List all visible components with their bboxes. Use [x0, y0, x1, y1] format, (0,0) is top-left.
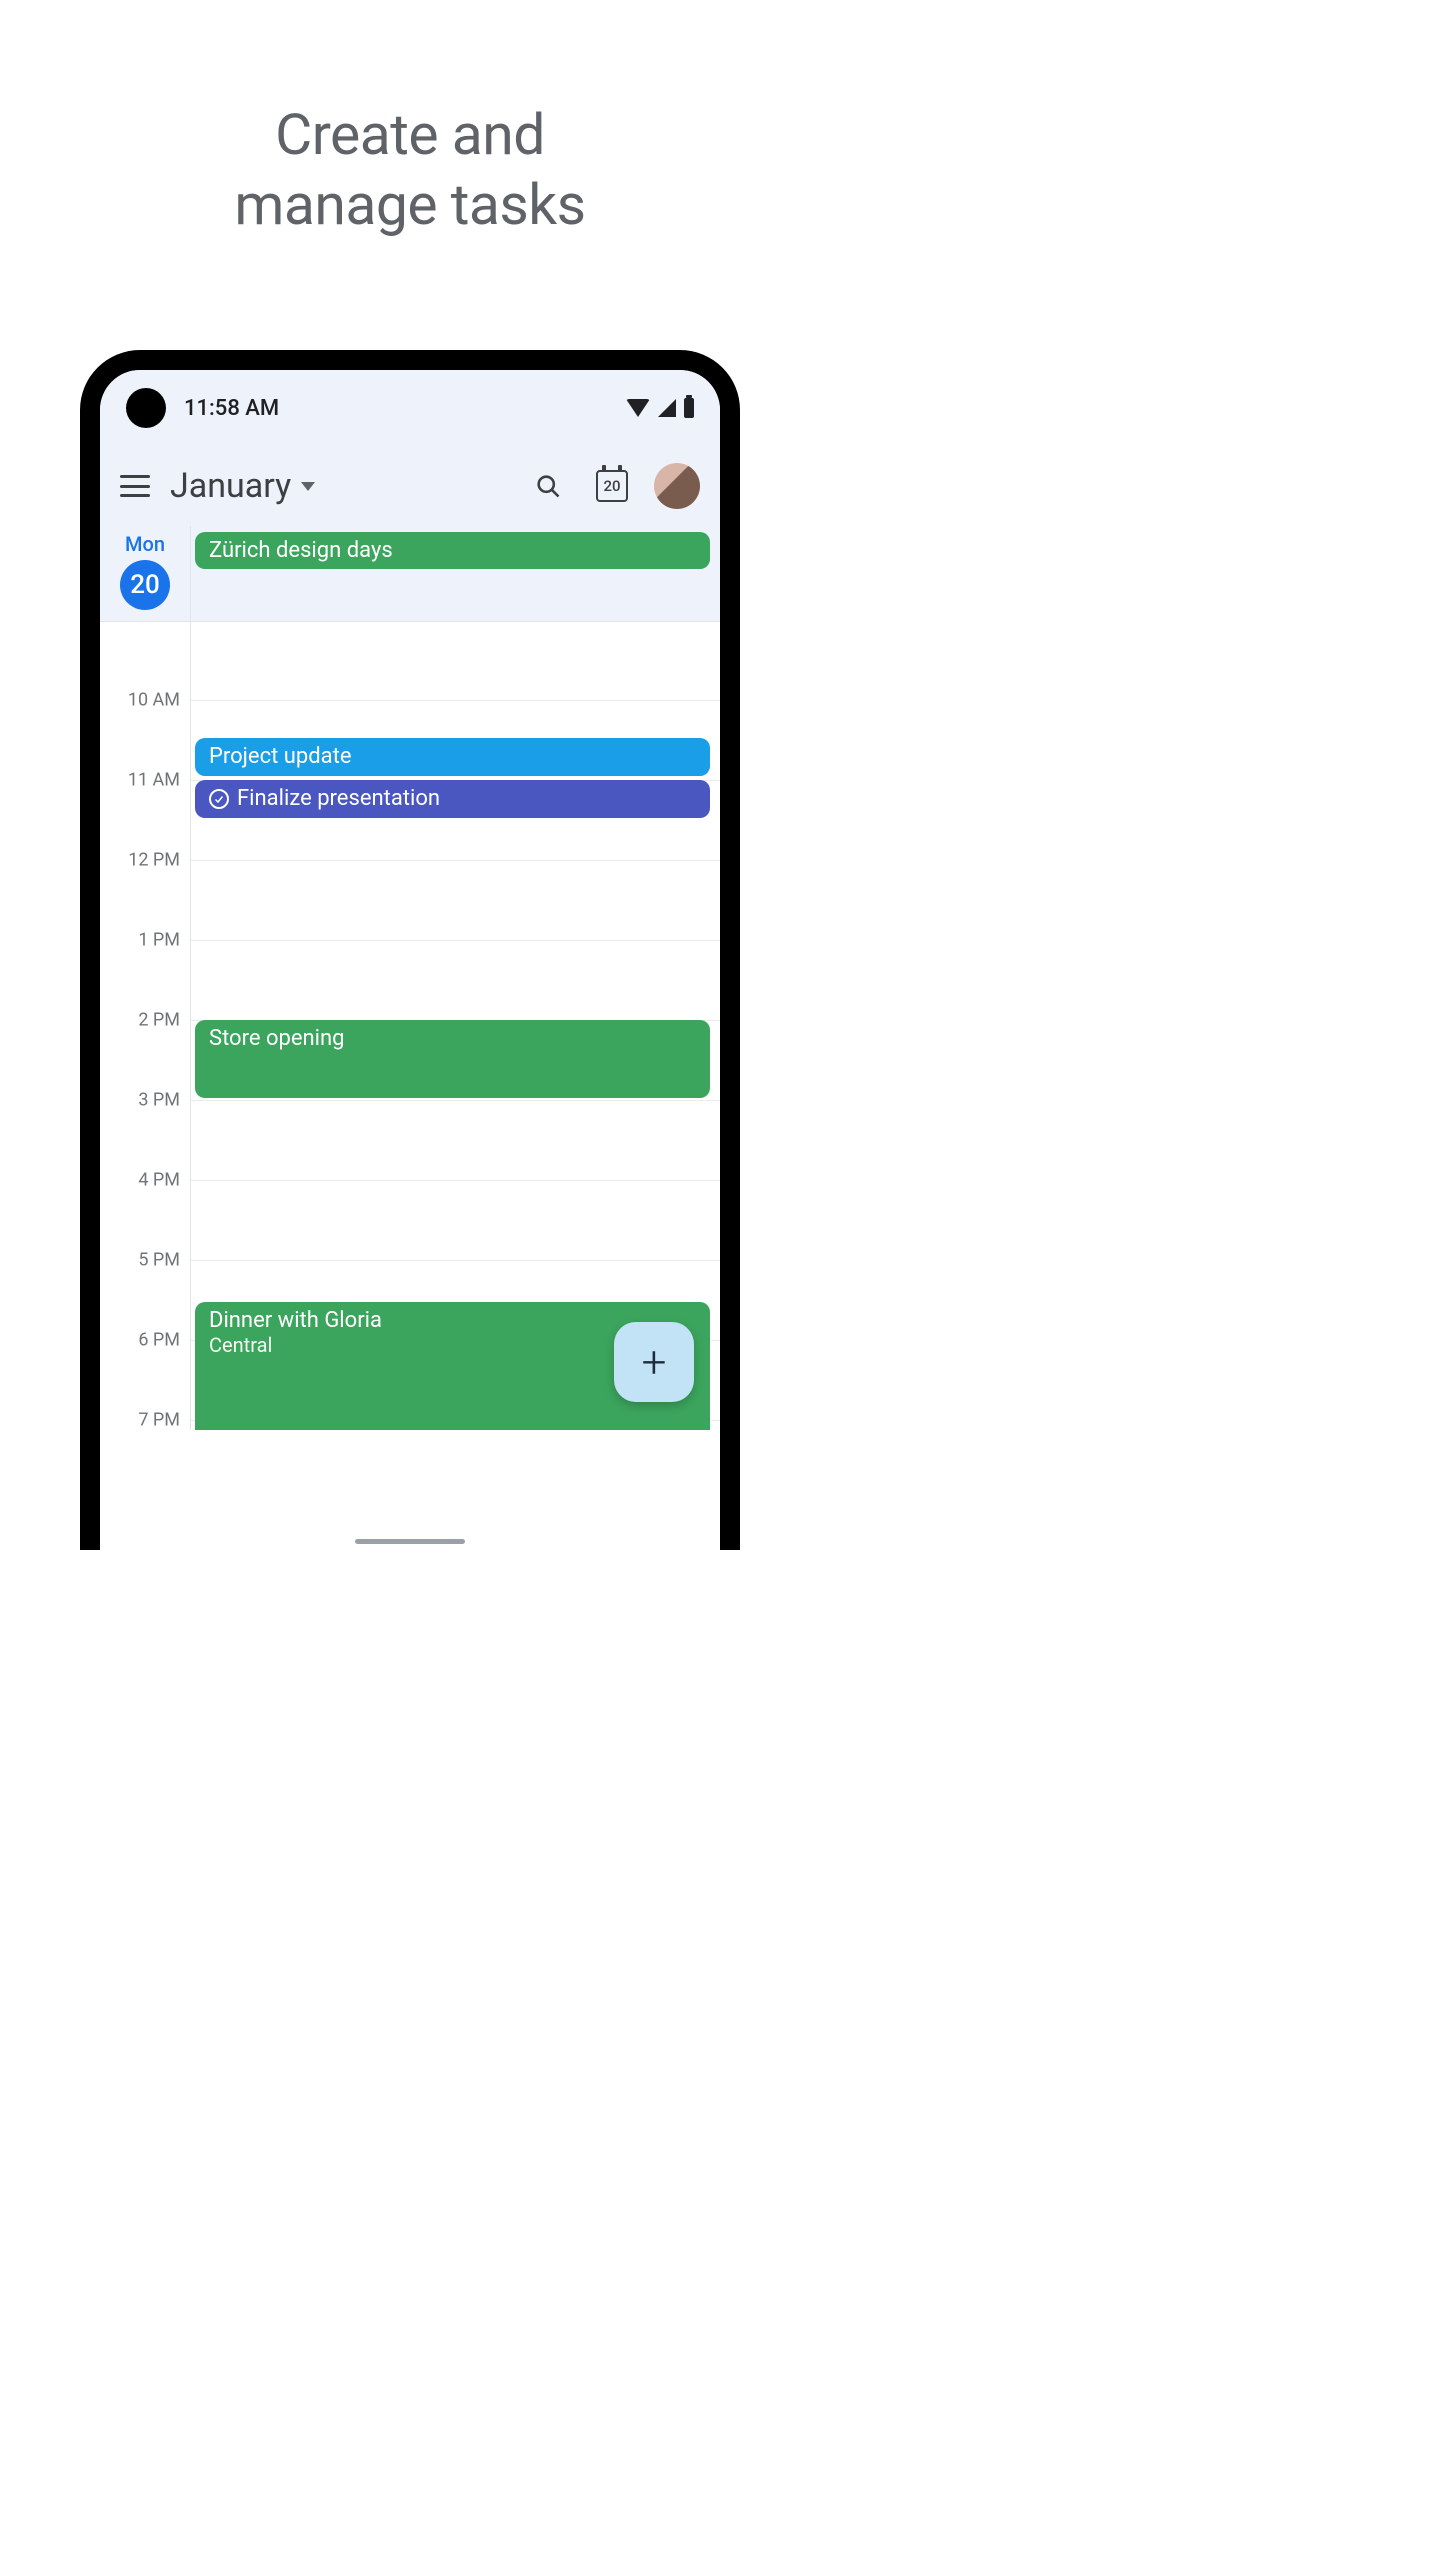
hour-label: 11 AM — [128, 770, 180, 791]
hour-label: 1 PM — [138, 930, 180, 951]
calendar-today-icon: 20 — [596, 470, 628, 502]
home-indicator — [355, 1539, 465, 1544]
hour-label: 10 AM — [128, 690, 180, 711]
allday-event[interactable]: Zürich design days — [195, 532, 710, 569]
wifi-icon — [626, 399, 650, 417]
time-grid[interactable]: 10 AM 11 AM 12 PM 1 PM 2 PM 3 PM 4 PM 5 PM 6 PM 7… — [100, 622, 720, 1430]
event-block[interactable]: Project update — [195, 738, 710, 776]
event-block[interactable]: Store opening — [195, 1020, 710, 1098]
hour-gridline — [191, 1100, 720, 1101]
account-avatar[interactable] — [654, 463, 700, 509]
allday-events-area[interactable]: Zürich design days — [190, 526, 720, 621]
hours-column: 10 AM 11 AM 12 PM 1 PM 2 PM 3 PM 4 PM 5 PM 6 PM 7… — [100, 622, 190, 1430]
hour-label: 4 PM — [138, 1170, 180, 1191]
hour-gridline — [191, 1260, 720, 1261]
month-label: January — [170, 466, 291, 506]
month-picker[interactable]: January — [170, 466, 315, 506]
task-block[interactable]: Finalize presentation — [195, 780, 710, 818]
hour-label: 7 PM — [138, 1410, 180, 1431]
hour-label: 12 PM — [128, 850, 180, 871]
task-check-icon — [209, 789, 229, 809]
promo-line1: Create and — [275, 101, 545, 168]
event-title: Finalize presentation — [237, 786, 440, 811]
event-title: Project update — [209, 744, 351, 769]
phone-frame: 11:58 AM January — [80, 350, 740, 1550]
status-bar: 11:58 AM — [100, 370, 720, 446]
create-fab[interactable]: + — [614, 1322, 694, 1402]
app-bar: January 20 — [100, 446, 720, 526]
search-icon — [534, 472, 562, 500]
weekday-label: Mon — [125, 532, 165, 556]
cellular-icon — [658, 399, 676, 417]
hour-label: 3 PM — [138, 1090, 180, 1111]
event-title: Store opening — [209, 1026, 345, 1051]
camera-cutout — [126, 388, 166, 428]
hour-gridline — [191, 940, 720, 941]
today-button[interactable]: 20 — [590, 464, 634, 508]
day-column-header[interactable]: Mon 20 — [100, 526, 190, 621]
chevron-down-icon — [301, 482, 315, 491]
hour-gridline — [191, 1180, 720, 1181]
day-header-row: Mon 20 Zürich design days — [100, 526, 720, 622]
phone-screen: 11:58 AM January — [100, 370, 720, 1550]
hour-label: 5 PM — [138, 1250, 180, 1271]
search-button[interactable] — [526, 464, 570, 508]
hour-gridline — [191, 860, 720, 861]
promo-line2: manage tasks — [234, 171, 585, 238]
battery-icon — [684, 398, 694, 418]
status-time: 11:58 AM — [184, 396, 279, 421]
date-badge: 20 — [120, 560, 170, 610]
promo-heading: Create and manage tasks — [0, 0, 820, 239]
hour-label: 2 PM — [138, 1010, 180, 1031]
events-column[interactable]: Project update Finalize presentation Store… — [190, 622, 720, 1430]
plus-icon: + — [642, 1340, 667, 1384]
menu-button[interactable] — [120, 475, 150, 497]
event-title: Dinner with Gloria — [209, 1308, 382, 1333]
hour-gridline — [191, 700, 720, 701]
hour-label: 6 PM — [138, 1330, 180, 1351]
